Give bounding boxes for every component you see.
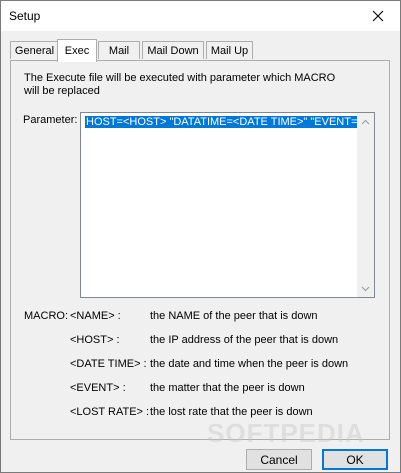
macro-name: <LOST RATE> : <box>70 406 150 418</box>
tab-mail[interactable]: Mail <box>98 41 140 59</box>
tab-general[interactable]: General <box>10 41 59 59</box>
close-icon <box>372 10 384 22</box>
title-bar: Setup <box>1 1 400 31</box>
parameter-label: Parameter: <box>23 114 78 126</box>
close-button[interactable] <box>356 1 400 31</box>
macro-name: <HOST> : <box>70 334 120 346</box>
chevron-up-icon <box>361 119 370 124</box>
macro-name: <DATE TIME> : <box>70 358 147 370</box>
scroll-down-button[interactable] <box>357 280 374 297</box>
ok-button[interactable]: OK <box>322 449 388 470</box>
setup-dialog: Setup General Exec Mail Mail Down Mail U… <box>0 0 401 473</box>
window-title: Setup <box>9 9 41 23</box>
tab-exec[interactable]: Exec <box>57 39 97 62</box>
parameter-textarea[interactable]: HOST=<HOST> "DATATIME=<DATE TIME>" "EVEN… <box>80 112 375 298</box>
softpedia-watermark: SOFTPEDIA <box>207 418 365 448</box>
tab-mail-up[interactable]: Mail Up <box>206 41 253 59</box>
exec-panel: The Execute file will be executed with p… <box>10 60 390 440</box>
chevron-down-icon <box>361 286 370 291</box>
macro-name: <EVENT> : <box>70 382 126 394</box>
cancel-button[interactable]: Cancel <box>246 449 312 470</box>
parameter-value: HOST=<HOST> "DATATIME=<DATE TIME>" "EVEN… <box>85 116 357 128</box>
vertical-scrollbar[interactable] <box>357 113 374 297</box>
macro-desc: the date and time when the peer is down <box>150 358 349 370</box>
scroll-up-button[interactable] <box>357 113 374 130</box>
tab-mail-down[interactable]: Mail Down <box>142 41 204 59</box>
macro-name: <NAME> : <box>70 310 121 322</box>
exec-description: The Execute file will be executed with p… <box>24 72 336 97</box>
macro-desc: the IP address of the peer that is down <box>150 334 339 346</box>
macro-desc: the matter that the peer is down <box>150 382 305 394</box>
macro-label: MACRO: <box>24 310 68 322</box>
macro-desc: the lost rate that the peer is down <box>150 406 313 418</box>
macro-desc: the NAME of the peer that is down <box>150 310 318 322</box>
